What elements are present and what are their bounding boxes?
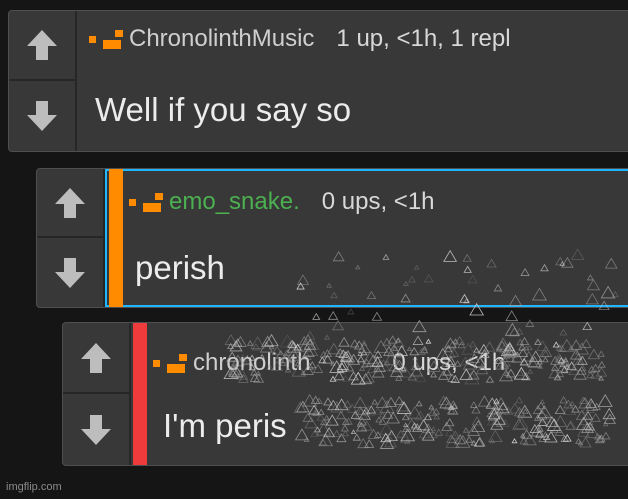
comment-header: ChronolinthMusic 1 up, <1h, 1 repl	[89, 11, 628, 67]
comment-text: I'm peris	[163, 407, 287, 444]
thread-level-bar	[133, 323, 147, 465]
comment-header: emo_snake. 0 ups, <1h	[129, 169, 628, 235]
comment-text: perish	[135, 249, 225, 286]
thread-level-bar	[109, 169, 123, 307]
comment-body: emo_snake. 0 ups, <1h perish	[129, 169, 628, 307]
arrow-down-icon	[81, 414, 111, 445]
imgflip-watermark: imgflip.com	[6, 481, 62, 493]
comment-meta: 0 ups, <1h	[392, 349, 506, 376]
username-link[interactable]: ChronolinthMusic	[129, 25, 314, 53]
downvote-button[interactable]	[37, 238, 103, 307]
comment-1: ChronolinthMusic 1 up, <1h, 1 repl Well …	[8, 10, 628, 152]
vote-column	[9, 11, 77, 151]
comment-header: chronolinth 0 ups, <1h	[153, 323, 628, 403]
arrow-down-icon	[27, 101, 57, 131]
arrow-up-icon	[55, 187, 85, 218]
arrow-down-icon	[55, 257, 85, 288]
upvote-button[interactable]	[63, 323, 129, 394]
upvote-button[interactable]	[9, 11, 75, 81]
comment-3: chronolinth 0 ups, <1h I'm peris	[62, 322, 628, 466]
vote-column	[37, 169, 105, 307]
username-link[interactable]: emo_snake.	[169, 188, 300, 216]
comment-2: emo_snake. 0 ups, <1h perish	[36, 168, 628, 308]
arrow-up-icon	[27, 30, 57, 60]
user-level-badge-icon	[89, 28, 123, 50]
user-level-badge-icon	[129, 191, 163, 213]
comment-meta: 0 ups, <1h	[321, 188, 435, 215]
upvote-button[interactable]	[37, 169, 103, 238]
vote-column	[63, 323, 131, 465]
downvote-button[interactable]	[63, 394, 129, 465]
comment-text: Well if you say so	[95, 91, 352, 128]
comment-body: ChronolinthMusic 1 up, <1h, 1 repl Well …	[89, 11, 628, 151]
username-link[interactable]: chronolinth	[193, 349, 310, 377]
comment-body: chronolinth 0 ups, <1h I'm peris	[153, 323, 628, 465]
user-level-badge-icon	[153, 352, 187, 374]
comment-meta: 1 up, <1h, 1 repl	[336, 25, 511, 52]
arrow-up-icon	[81, 342, 111, 373]
downvote-button[interactable]	[9, 81, 75, 151]
